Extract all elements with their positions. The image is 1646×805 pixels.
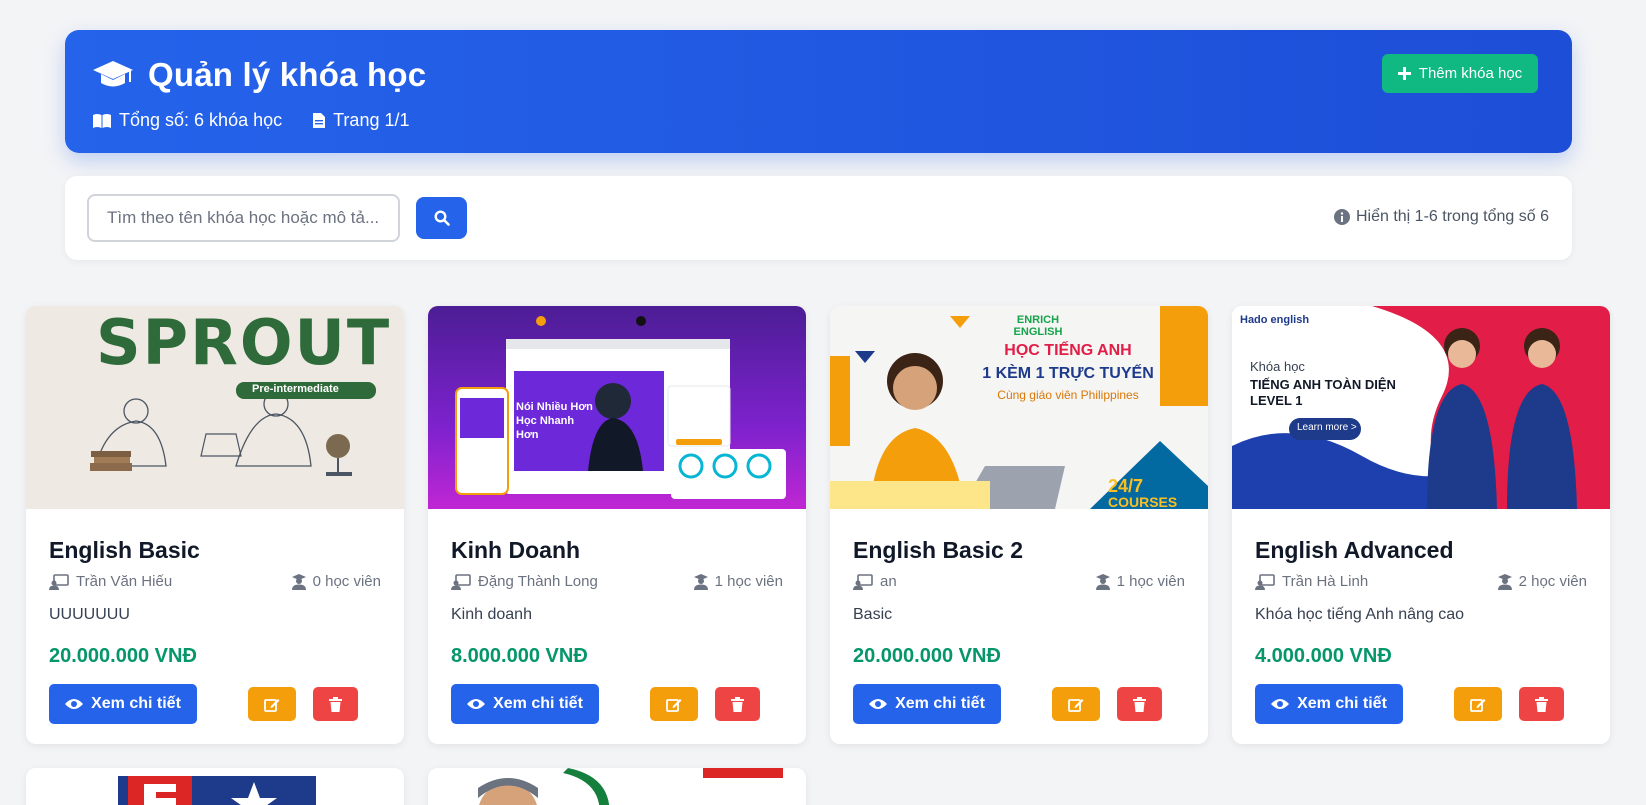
delete-button[interactable]: [313, 687, 358, 721]
user-graduate-icon: [1095, 573, 1110, 590]
course-teacher: Trần Hà Linh: [1255, 573, 1368, 590]
search-button[interactable]: [416, 197, 467, 239]
thumb-badge-text: COURSES: [1108, 494, 1178, 509]
edit-icon: [666, 697, 682, 712]
course-description: Basic: [853, 606, 893, 623]
course-name: English Advanced: [1255, 537, 1454, 563]
edit-button[interactable]: [248, 687, 296, 721]
delete-button[interactable]: [1519, 687, 1564, 721]
course-card: [26, 768, 404, 805]
page-title: Quản lý khóa học: [148, 56, 427, 93]
view-details-button[interactable]: Xem chi tiết: [853, 684, 1001, 724]
course-students: 1 học viên: [1095, 573, 1185, 590]
user-graduate-icon: [693, 573, 708, 590]
trash-icon: [1535, 696, 1548, 712]
trash-icon: [731, 696, 744, 712]
view-details-button[interactable]: Xem chi tiết: [49, 684, 197, 724]
file-icon: [312, 112, 326, 129]
eye-icon: [1271, 698, 1290, 710]
thumb-title: SPROUT: [96, 306, 392, 379]
course-description: UUUUUUU: [49, 606, 130, 623]
course-price: 20.000.000 VNĐ: [853, 645, 1001, 667]
edit-icon: [1470, 697, 1486, 712]
chalkboard-teacher-icon: [1255, 573, 1275, 590]
course-description: Kinh doanh: [451, 606, 532, 623]
course-students: 1 học viên: [693, 573, 783, 590]
thumb-subtitle: 1 KÈM 1 TRỰC TUYẾN: [982, 365, 1154, 382]
course-teacher: Trần Văn Hiếu: [49, 573, 172, 590]
course-thumbnail[interactable]: Nói Nhiều Hơn Học Nhanh Hơn: [428, 306, 806, 509]
view-details-button[interactable]: Xem chi tiết: [451, 684, 599, 724]
thumb-subtitle: Pre-intermediate: [252, 383, 339, 395]
thumb-logo: Hado english: [1240, 314, 1310, 326]
result-info: Hiển thị 1-6 trong tổng số 6: [1333, 208, 1549, 226]
course-price: 8.000.000 VNĐ: [451, 645, 588, 667]
course-price: 4.000.000 VNĐ: [1255, 645, 1392, 667]
course-thumbnail[interactable]: ENRICH ENGLISH HỌC TIẾNG ANH 1 KÈM 1 TRỰ…: [830, 306, 1208, 509]
eye-icon: [65, 698, 84, 710]
course-students: 0 học viên: [291, 573, 381, 590]
chalkboard-teacher-icon: [49, 573, 69, 590]
view-details-button[interactable]: Xem chi tiết: [1255, 684, 1403, 724]
eye-icon: [467, 698, 486, 710]
edit-button[interactable]: [650, 687, 698, 721]
course-thumbnail[interactable]: [26, 768, 404, 805]
search-input[interactable]: [87, 194, 400, 242]
total-courses: Tổng số: 6 khóa học: [92, 110, 282, 131]
course-teacher: Đặng Thành Long: [451, 573, 598, 590]
thumb-logo: ENRICH ENGLISH: [1013, 314, 1063, 338]
user-graduate-icon: [291, 573, 306, 590]
eye-icon: [869, 698, 888, 710]
course-thumbnail[interactable]: [428, 768, 806, 805]
search-icon: [433, 210, 450, 226]
info-icon: [1333, 209, 1350, 225]
user-graduate-icon: [1497, 573, 1512, 590]
chalkboard-teacher-icon: [853, 573, 873, 590]
thumb-learn-more: Learn more >: [1297, 422, 1357, 433]
edit-button[interactable]: [1052, 687, 1100, 721]
course-name: English Basic: [49, 537, 200, 563]
course-card: [428, 768, 806, 805]
course-description: Khóa học tiếng Anh nâng cao: [1255, 606, 1465, 623]
page-header: Quản lý khóa học Tổng số: 6 khóa học Tra…: [65, 30, 1572, 153]
course-price: 20.000.000 VNĐ: [49, 645, 197, 667]
thumb-title: Nói Nhiều Hơn Học Nhanh Hơn: [516, 401, 593, 441]
course-card: Hado english Khóa học TIẾNG ANH TOÀN DIỆ…: [1232, 306, 1610, 744]
add-course-button[interactable]: Thêm khóa học: [1382, 54, 1538, 93]
thumb-subtitle: Khóa học: [1250, 359, 1305, 374]
delete-button[interactable]: [715, 687, 760, 721]
edit-button[interactable]: [1454, 687, 1502, 721]
course-name: English Basic 2: [853, 537, 1024, 563]
thumb-title: HỌC TIẾNG ANH: [1004, 342, 1132, 359]
page-indicator: Trang 1/1: [312, 110, 410, 131]
thumb-title: TIẾNG ANH TOÀN DIỆN LEVEL 1: [1250, 377, 1396, 408]
trash-icon: [1133, 696, 1146, 712]
course-card: SPROUT Pre-intermediate English Basic Tr…: [26, 306, 404, 744]
graduation-cap-icon: [92, 59, 134, 91]
course-card: Nói Nhiều Hơn Học Nhanh Hơn Kinh Doanh Đ…: [428, 306, 806, 744]
course-thumbnail[interactable]: SPROUT Pre-intermediate: [26, 306, 404, 509]
book-open-icon: [92, 113, 112, 129]
delete-button[interactable]: [1117, 687, 1162, 721]
course-teacher: an: [853, 573, 897, 590]
course-students: 2 học viên: [1497, 573, 1587, 590]
trash-icon: [329, 696, 342, 712]
edit-icon: [1068, 697, 1084, 712]
course-card: ENRICH ENGLISH HỌC TIẾNG ANH 1 KÈM 1 TRỰ…: [830, 306, 1208, 744]
thumb-tagline: Cùng giáo viên Philippines: [997, 388, 1139, 402]
edit-icon: [264, 697, 280, 712]
course-name: Kinh Doanh: [451, 537, 581, 563]
chalkboard-teacher-icon: [451, 573, 471, 590]
course-thumbnail[interactable]: Hado english Khóa học TIẾNG ANH TOÀN DIỆ…: [1232, 306, 1610, 509]
search-panel: Hiển thị 1-6 trong tổng số 6: [65, 176, 1572, 260]
plus-icon: [1397, 67, 1411, 80]
